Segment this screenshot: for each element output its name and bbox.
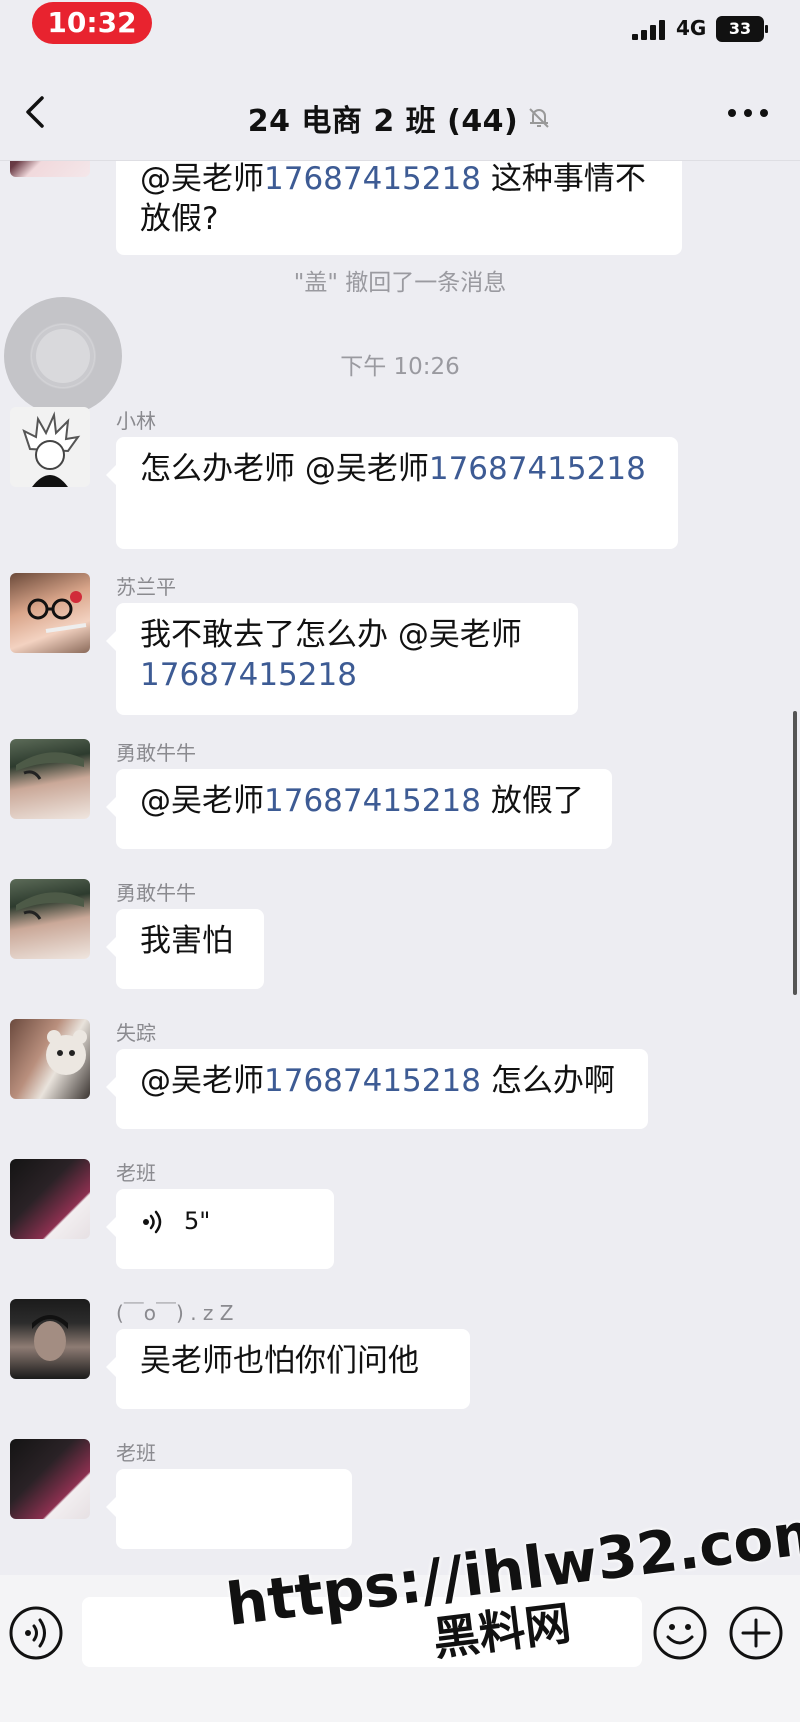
voice-input-icon[interactable] (8, 1605, 64, 1661)
sender-name: 勇敢牛牛 (116, 741, 196, 765)
battery-icon: 33 (716, 16, 768, 42)
add-more-icon[interactable] (728, 1605, 784, 1661)
avatar[interactable] (10, 1019, 90, 1099)
girl-toothbrush-avatar-icon (27, 591, 87, 633)
status-time: 10:32 (32, 2, 152, 44)
phone-link[interactable]: 17687415218 (429, 451, 646, 487)
chat-header: 24 电商 2 班 (44) (0, 72, 800, 162)
cap-boy-avatar-icon (16, 892, 84, 920)
message-text: 我害怕 (140, 923, 233, 959)
mention-text[interactable]: @吴老师 (140, 1063, 264, 1099)
input-bar (0, 1575, 800, 1722)
message-bubble[interactable]: 我害怕 (106, 909, 264, 989)
message-text: 怎么办啊 (480, 1063, 615, 1099)
avatar[interactable] (10, 879, 90, 959)
message-bubble[interactable]: 吴老师也怕你们问他 (106, 1329, 470, 1409)
avatar[interactable] (10, 1159, 90, 1239)
sender-name: 老班 (116, 1441, 156, 1465)
message-text: 吴老师也怕你们问他 (140, 1343, 419, 1379)
emoji-icon[interactable] (652, 1605, 708, 1661)
girl-teddy-bear-avatar-icon (46, 1030, 87, 1075)
voice-message-bubble[interactable] (106, 1469, 352, 1549)
phone-link[interactable]: 17687415218 (264, 161, 481, 197)
sender-name: 苏兰平 (116, 575, 176, 599)
mute-bell-icon (529, 108, 549, 128)
signal-strength-icon (632, 20, 666, 40)
message-bubble[interactable]: @吴老师17687415218 放假了 (106, 769, 612, 849)
phone-link[interactable]: 17687415218 (140, 657, 357, 693)
cap-boy-avatar-icon (16, 752, 84, 780)
spiky-hair-anime-avatar-icon (22, 411, 81, 487)
mention-text[interactable]: 怎么办老师 @吴老师 (140, 451, 429, 487)
sender-name: 失踪 (116, 1021, 156, 1045)
scrollbar[interactable] (793, 711, 797, 995)
avatar[interactable] (10, 739, 90, 819)
message-text: 这种事情不 (480, 161, 646, 197)
sender-name: 老班 (116, 1161, 156, 1185)
group-chat-title: 24 电商 2 班 (44) (247, 104, 519, 139)
message-text: 放假了 (480, 783, 584, 819)
sender-name: (￣o￣) . z Z (116, 1301, 234, 1325)
sender-name: 小林 (116, 409, 156, 433)
message-bubble[interactable]: @吴老师17687415218 这种事情不 放假? (116, 161, 682, 255)
avatar[interactable] (10, 573, 90, 653)
sender-name: 勇敢牛牛 (116, 881, 196, 905)
message-bubble[interactable]: 我不敢去了怎么办 @吴老师 17687415218 (106, 603, 578, 715)
chat-title-area: 24 电商 2 班 (44) (0, 96, 800, 140)
avatar[interactable] (10, 1439, 90, 1519)
voice-wave-icon (143, 1210, 162, 1234)
avatar[interactable] (10, 1299, 90, 1379)
message-bubble[interactable]: @吴老师17687415218 怎么办啊 (106, 1049, 648, 1129)
mention-text[interactable]: @吴老师 (140, 161, 264, 197)
voice-message-bubble[interactable]: 5" (106, 1189, 334, 1269)
message-text: 我不敢去了怎么办 @吴老师 (140, 617, 522, 653)
avatar[interactable] (10, 161, 90, 177)
mention-text[interactable]: @吴老师 (140, 783, 264, 819)
message-text: 放假? (140, 201, 219, 237)
man-portrait-avatar-icon (32, 1315, 68, 1361)
avatar[interactable] (10, 407, 90, 487)
phone-link[interactable]: 17687415218 (264, 783, 481, 819)
phone-link[interactable]: 17687415218 (264, 1063, 481, 1099)
chat-message-list[interactable]: @吴老师17687415218 这种事情不 放假? "盖" 撤回了一条消息 下午… (0, 161, 800, 1575)
more-options-icon[interactable] (726, 106, 770, 120)
message-bubble[interactable]: 怎么办老师 @吴老师17687415218 (106, 437, 678, 549)
network-type: 4G (676, 16, 707, 40)
recall-notice: "盖" 撤回了一条消息 (293, 270, 507, 296)
voice-duration: 5" (184, 1207, 211, 1235)
time-divider: 下午 10:26 (340, 354, 460, 380)
message-input[interactable] (82, 1597, 642, 1667)
status-bar: 10:32 4G 33 (0, 0, 800, 52)
